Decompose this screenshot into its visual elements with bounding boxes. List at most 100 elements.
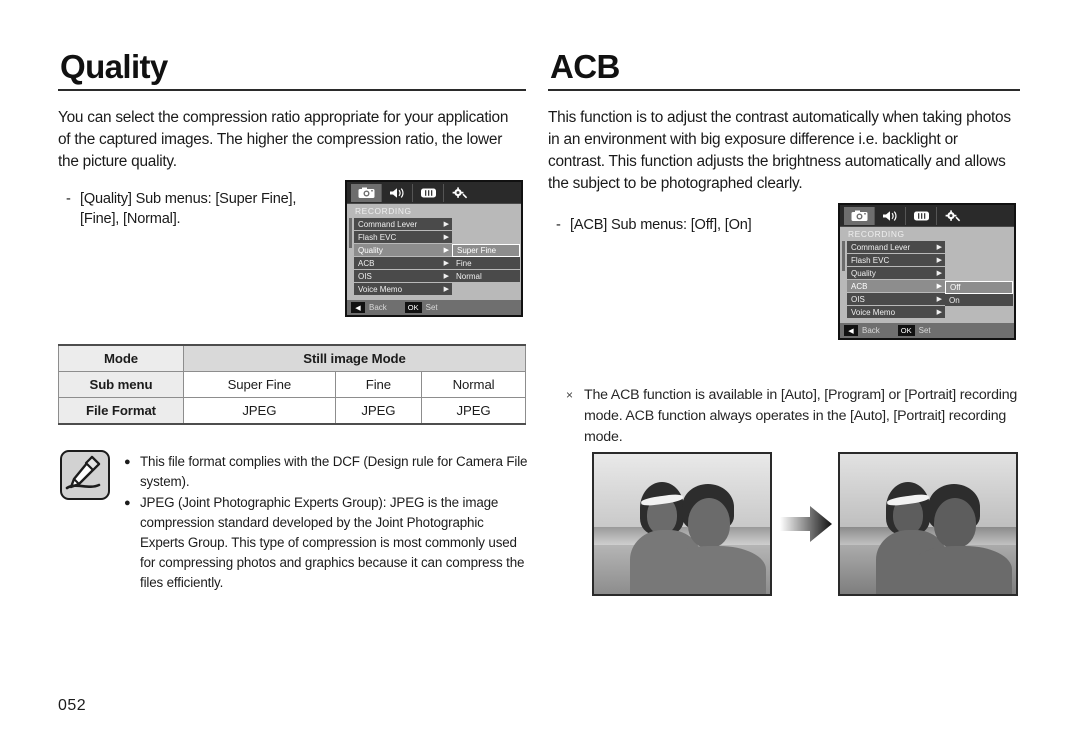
title-divider-left: [58, 89, 526, 91]
lcd-menu-row[interactable]: OIS ▶: [354, 270, 452, 283]
left-arrow-key-icon[interactable]: ◀: [844, 325, 858, 336]
note-pencil-icon: [60, 450, 110, 500]
lcd-tab-display[interactable]: [906, 206, 937, 225]
lcd-tab-camera[interactable]: [351, 183, 382, 202]
lcd-menu-label: Command Lever: [358, 219, 418, 229]
page-number: 052: [58, 697, 87, 714]
chevron-right-icon: ▶: [936, 269, 942, 277]
table-cell-format-1: JPEG: [334, 397, 423, 425]
lcd-tab-settings[interactable]: [444, 184, 474, 202]
table-cell-submenu-1: Fine: [334, 371, 423, 398]
lcd-menu-row-selected[interactable]: Quality ▶: [354, 244, 452, 257]
acb-footnote: × The ACB function is available in [Auto…: [560, 385, 1028, 448]
lcd-tab-sound[interactable]: [875, 206, 906, 225]
lcd-submenu-list: Super Fine Fine Normal: [452, 244, 520, 283]
lcd-submenu-label: Off: [950, 283, 961, 292]
right-arrow-icon: [780, 506, 832, 542]
camera-icon: [358, 187, 374, 198]
lcd-menu-row[interactable]: Command Lever ▶: [354, 218, 452, 231]
ok-key-icon[interactable]: OK: [404, 302, 422, 313]
lcd-scrollbar[interactable]: [349, 218, 352, 248]
lcd-menu-row[interactable]: Flash EVC ▶: [354, 231, 452, 244]
chevron-right-icon: ▶: [443, 285, 449, 293]
lcd-menu-row[interactable]: Flash EVC ▶: [847, 254, 945, 267]
lcd-submenu-row[interactable]: On: [945, 294, 1013, 307]
manual-page: Quality You can select the compression r…: [0, 0, 1080, 746]
lcd-menu-label: OIS: [851, 294, 865, 304]
lcd-body: RECORDING Command Lever ▶ Flash EVC ▶ Qu…: [347, 204, 521, 300]
bullet-icon: ●: [124, 456, 131, 468]
table-cell-submenu-0: Super Fine: [183, 371, 336, 398]
acb-photo-comparison: [592, 452, 1022, 598]
acb-submenu-text: [ACB] Sub menus: [Off], [On]: [570, 217, 752, 233]
lcd-set-label: Set: [425, 303, 438, 312]
lcd-menu-row[interactable]: ACB ▶: [354, 257, 452, 270]
asterisk-marker: ×: [566, 388, 573, 402]
note-item: ● This file format complies with the DCF…: [124, 452, 530, 492]
lcd-back-label: Back: [862, 326, 880, 335]
lcd-quality-menu: RECORDING Command Lever ▶ Flash EVC ▶ Qu…: [345, 180, 523, 317]
table-cell-format-0: JPEG: [183, 397, 336, 425]
lcd-body: RECORDING Command Lever ▶ Flash EVC ▶ Qu…: [840, 227, 1014, 323]
ok-key-icon[interactable]: OK: [897, 325, 915, 336]
lcd-menu-label: Voice Memo: [851, 307, 896, 317]
lcd-submenu-row-selected[interactable]: Super Fine: [452, 244, 520, 257]
lcd-menu-label: ACB: [851, 281, 868, 291]
display-icon: [420, 188, 436, 197]
chevron-right-icon: ▶: [443, 220, 449, 228]
lcd-submenu-label: Fine: [456, 258, 472, 268]
lcd-menu-row-selected[interactable]: ACB ▶: [847, 280, 945, 293]
lcd-menu-row[interactable]: Voice Memo ▶: [847, 306, 945, 319]
lcd-heading: RECORDING: [840, 227, 1014, 240]
left-arrow-key-icon[interactable]: ◀: [351, 302, 365, 313]
chevron-right-icon: ▶: [936, 256, 942, 264]
settings-gear-icon: [945, 209, 960, 221]
sound-icon: [389, 187, 403, 198]
photo-before-acb: [592, 452, 772, 596]
lcd-menu-label: Flash EVC: [851, 255, 890, 265]
chevron-right-icon: ▶: [443, 272, 449, 280]
lcd-menu-row[interactable]: Voice Memo ▶: [354, 283, 452, 296]
lcd-submenu-row[interactable]: Normal: [452, 270, 520, 283]
lcd-menu-label: Flash EVC: [358, 232, 397, 242]
lcd-set-label: Set: [918, 326, 931, 335]
lcd-tab-bar: [840, 205, 1014, 227]
quality-submenu-item: - [Quality] Sub menus: [Super Fine], [Fi…: [58, 189, 328, 229]
chevron-right-icon: ▶: [443, 259, 449, 267]
chevron-right-icon: ▶: [936, 243, 942, 251]
lcd-scrollbar[interactable]: [842, 241, 845, 271]
lcd-tab-display[interactable]: [413, 183, 444, 202]
title-divider-right: [548, 89, 1020, 91]
lcd-footer-bar: ◀ Back OK Set: [840, 323, 1014, 338]
lcd-submenu-label: On: [949, 295, 960, 305]
lcd-submenu-list: Off On: [945, 281, 1013, 307]
lcd-tab-settings[interactable]: [937, 207, 967, 225]
table-cell-format-2: JPEG: [421, 397, 526, 425]
lcd-menu-row[interactable]: OIS ▶: [847, 293, 945, 306]
note-item-text: This file format complies with the DCF (…: [140, 454, 528, 489]
table-cell-format-label: File Format: [58, 397, 184, 425]
sound-icon: [882, 210, 896, 221]
table-cell-submenu-label: Sub menu: [58, 371, 184, 398]
note-box: ● This file format complies with the DCF…: [60, 450, 530, 594]
note-item-list: ● This file format complies with the DCF…: [124, 450, 530, 594]
table-cell-mode-label: Mode: [58, 344, 184, 372]
dash-marker: -: [556, 217, 561, 233]
lcd-menu-row[interactable]: Command Lever ▶: [847, 241, 945, 254]
lcd-menu-row[interactable]: Quality ▶: [847, 267, 945, 280]
table-row-submenu: Sub menu Super Fine Fine Normal: [58, 371, 526, 398]
table-cell-submenu-2: Normal: [421, 371, 526, 398]
lcd-menu-label: Quality: [358, 245, 383, 255]
page-title-acb: ACB: [550, 48, 620, 85]
table-row-file-format: File Format JPEG JPEG JPEG: [58, 397, 526, 425]
lcd-footer-bar: ◀ Back OK Set: [347, 300, 521, 315]
note-item: ● JPEG (Joint Photographic Experts Group…: [124, 493, 530, 593]
chevron-right-icon: ▶: [443, 246, 449, 254]
lcd-tab-sound[interactable]: [382, 183, 413, 202]
lcd-submenu-row-selected[interactable]: Off: [945, 281, 1013, 294]
acb-intro-text: This function is to adjust the contrast …: [548, 109, 1011, 192]
chevron-right-icon: ▶: [936, 308, 942, 316]
chevron-right-icon: ▶: [936, 295, 942, 303]
lcd-submenu-row[interactable]: Fine: [452, 257, 520, 270]
lcd-tab-camera[interactable]: [844, 206, 875, 225]
